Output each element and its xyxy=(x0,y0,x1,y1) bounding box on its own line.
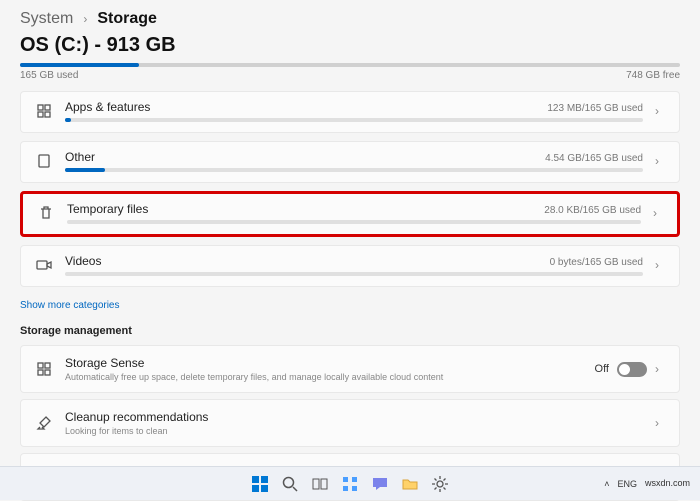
mgmt-title: Cleanup recommendations xyxy=(65,410,643,424)
chevron-right-icon: › xyxy=(83,12,87,26)
file-explorer-icon[interactable] xyxy=(398,472,422,496)
show-more-categories-link[interactable]: Show more categories xyxy=(20,300,120,311)
category-label: Other xyxy=(65,150,95,164)
breadcrumb: System › Storage xyxy=(20,10,680,28)
chevron-right-icon: › xyxy=(653,206,663,220)
category-bar xyxy=(65,118,643,122)
tray-watermark: wsxdn.com xyxy=(645,479,690,489)
other-icon xyxy=(35,152,53,170)
settings-icon[interactable] xyxy=(428,472,452,496)
start-button[interactable] xyxy=(248,472,272,496)
category-bar xyxy=(65,168,643,172)
apps-icon xyxy=(35,102,53,120)
drive-usage-bar xyxy=(20,63,680,67)
tray-language[interactable]: ENG xyxy=(617,479,637,489)
category-used-label: 28.0 KB/165 GB used xyxy=(544,205,641,216)
system-tray[interactable]: ˄ ENG wsxdn.com xyxy=(604,479,690,489)
category-label: Temporary files xyxy=(67,202,148,216)
storage-management-heading: Storage management xyxy=(20,325,680,337)
category-used-label: 4.54 GB/165 GB used xyxy=(545,153,643,164)
storage-sense-toggle[interactable] xyxy=(617,362,647,377)
chevron-right-icon: › xyxy=(655,416,665,430)
widgets-icon[interactable] xyxy=(338,472,362,496)
chevron-right-icon: › xyxy=(655,104,665,118)
search-icon[interactable] xyxy=(278,472,302,496)
category-video[interactable]: Videos 0 bytes/165 GB used › xyxy=(20,245,680,287)
drive-used-label: 165 GB used xyxy=(20,70,78,81)
task-view-icon[interactable] xyxy=(308,472,332,496)
sense-icon xyxy=(35,360,53,378)
chevron-right-icon: › xyxy=(655,258,665,272)
category-apps[interactable]: Apps & features 123 MB/165 GB used › xyxy=(20,91,680,133)
taskbar: ˄ ENG wsxdn.com xyxy=(0,466,700,500)
chevron-right-icon: › xyxy=(655,362,665,376)
chevron-right-icon: › xyxy=(655,154,665,168)
category-used-label: 123 MB/165 GB used xyxy=(547,103,643,114)
chat-icon[interactable] xyxy=(368,472,392,496)
mgmt-subtitle: Automatically free up space, delete temp… xyxy=(65,372,583,382)
category-other[interactable]: Other 4.54 GB/165 GB used › xyxy=(20,141,680,183)
category-trash[interactable]: Temporary files 28.0 KB/165 GB used › xyxy=(20,191,680,237)
category-bar xyxy=(67,220,641,224)
breadcrumb-current: Storage xyxy=(97,10,157,28)
toggle-state-label: Off xyxy=(595,363,609,375)
drive-usage-fill xyxy=(20,63,139,67)
trash-icon xyxy=(37,204,55,222)
breadcrumb-parent[interactable]: System xyxy=(20,10,73,28)
mgmt-subtitle: Looking for items to clean xyxy=(65,426,643,436)
category-label: Videos xyxy=(65,254,101,268)
broom-icon xyxy=(35,414,53,432)
mgmt-title: Storage Sense xyxy=(65,356,583,370)
mgmt-sense[interactable]: Storage Sense Automatically free up space… xyxy=(20,345,680,393)
video-icon xyxy=(35,256,53,274)
drive-free-label: 748 GB free xyxy=(626,70,680,81)
category-label: Apps & features xyxy=(65,100,150,114)
drive-title: OS (C:) - 913 GB xyxy=(20,34,680,57)
category-bar xyxy=(65,272,643,276)
category-used-label: 0 bytes/165 GB used xyxy=(550,257,643,268)
mgmt-broom[interactable]: Cleanup recommendations Looking for items… xyxy=(20,399,680,447)
tray-chevron-icon[interactable]: ˄ xyxy=(604,479,609,489)
